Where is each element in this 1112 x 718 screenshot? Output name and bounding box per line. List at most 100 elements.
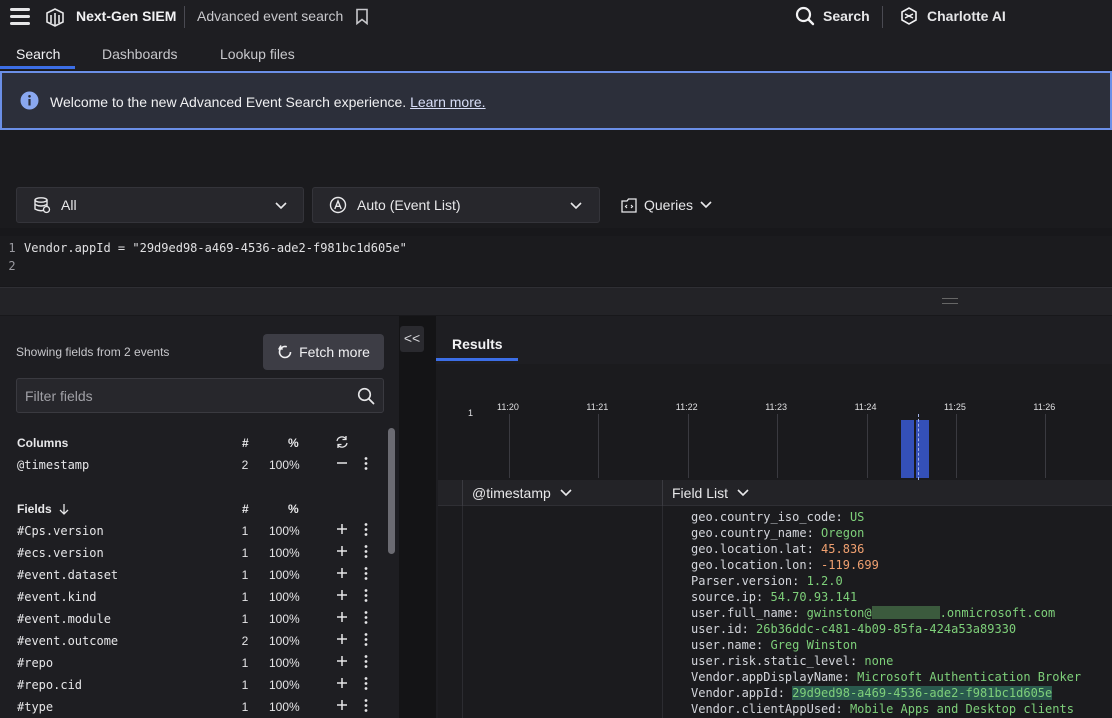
add-column-icon[interactable] [336, 523, 348, 535]
column-divider [462, 480, 463, 506]
page-name: Advanced event search [197, 8, 344, 24]
field-list-entry[interactable]: geo.country_name: Oregon [691, 526, 864, 540]
field-row[interactable]: #event.dataset 1 100% [0, 564, 380, 586]
field-row[interactable]: #ecs.version 1 100% [0, 542, 380, 564]
add-column-icon[interactable] [336, 589, 348, 601]
learn-more-link[interactable]: Learn more. [410, 94, 485, 110]
editor-line: 2 [0, 259, 24, 273]
add-column-icon[interactable] [336, 633, 348, 645]
field-value: 26b36ddc-c481-4b09-85fa-424a53a89330 [756, 622, 1017, 636]
top-bar: Next-Gen SIEM Advanced event search Sear… [0, 0, 1112, 36]
field-count: 1 [241, 612, 249, 626]
more-options-icon[interactable] [363, 588, 369, 603]
tab-search[interactable]: Search [16, 46, 60, 62]
column-header-timestamp[interactable]: @timestamp [472, 485, 572, 501]
more-options-icon[interactable] [363, 456, 369, 471]
search-icon[interactable] [357, 387, 375, 405]
field-row[interactable]: #event.kind 1 100% [0, 586, 380, 608]
field-value: 1.2.0 [806, 574, 843, 588]
more-options-icon[interactable] [363, 654, 369, 669]
field-list-entry[interactable]: geo.country_iso_code: US [691, 510, 864, 524]
more-options-icon[interactable] [363, 544, 369, 559]
field-key: Vendor.appDisplayName [691, 670, 843, 684]
product-title[interactable]: Next-Gen SIEM [76, 8, 176, 24]
reset-columns-icon[interactable] [335, 435, 349, 449]
key-separator: : [741, 622, 757, 636]
remove-column-icon[interactable] [336, 457, 348, 469]
field-list-entry[interactable]: user.full_name: gwinston@ .onmicrosoft.co… [691, 606, 1055, 620]
more-options-icon[interactable] [363, 610, 369, 625]
collapse-panel-button[interactable]: << [400, 326, 424, 352]
field-list-entry[interactable]: user.risk.static_level: none [691, 654, 893, 668]
add-column-icon[interactable] [336, 655, 348, 667]
add-column-icon[interactable] [336, 567, 348, 579]
more-options-icon[interactable] [363, 676, 369, 691]
event-timeline-chart[interactable]: 1 11:20 11:21 11:22 11:23 11:24 11:25 11:26 [438, 400, 1112, 480]
timeline-tick-label: 11:22 [675, 402, 698, 412]
field-row[interactable]: #event.module 1 100% [0, 608, 380, 630]
more-options-icon[interactable] [363, 566, 369, 581]
column-header-label: Field List [672, 485, 729, 501]
editor-resize-handle[interactable] [0, 287, 1112, 315]
field-list-entry[interactable]: Vendor.appId: 29d9ed98-a469-4536-ade2-f9… [691, 686, 1053, 700]
mode-value: Auto (Event List) [357, 197, 461, 213]
timeline-tick-label: 11:23 [765, 402, 788, 412]
field-row[interactable]: #Cps.version 1 100% [0, 520, 380, 542]
column-header-field-list[interactable]: Field List [672, 485, 749, 501]
field-value: Greg Winston [770, 638, 858, 652]
field-row[interactable]: #type 1 100% [0, 696, 380, 718]
field-value: -119.699 [821, 558, 879, 572]
mode-select[interactable]: Auto (Event List) [312, 187, 600, 223]
field-list-entry[interactable]: Vendor.clientAppUsed: Mobile Apps and De… [691, 702, 1074, 716]
field-list-entry[interactable]: source.ip: 54.70.93.141 [691, 590, 857, 604]
more-options-icon[interactable] [363, 632, 369, 647]
tab-results[interactable]: Results [452, 336, 503, 352]
fetch-more-button[interactable]: Fetch more [263, 334, 384, 370]
field-value-highlighted: 29d9ed98-a469-4536-ade2-f981bc1d605e [792, 686, 1053, 700]
repository-icon [34, 197, 51, 214]
query-editor[interactable]: 1 Vendor.appId = "29d9ed98-a469-4536-ade2… [0, 236, 1112, 286]
column-row[interactable]: @timestamp 2 100% [0, 454, 380, 476]
field-list-entry[interactable]: user.name: Greg Winston [691, 638, 857, 652]
add-column-icon[interactable] [336, 699, 348, 711]
scrollbar-thumb[interactable] [388, 428, 395, 554]
timeline-bar[interactable] [901, 420, 915, 478]
banner-text: Welcome to the new Advanced Event Search… [50, 94, 407, 110]
field-count: 1 [241, 524, 249, 538]
add-column-icon[interactable] [336, 677, 348, 689]
field-key: geo.location.lat [691, 542, 807, 556]
field-list-entry[interactable]: user.id: 26b36ddc-c481-4b09-85fa-424a53a… [691, 622, 1016, 636]
column-divider [662, 506, 663, 718]
field-value-prefix: gwinston@ [806, 606, 872, 620]
tab-lookup-files[interactable]: Lookup files [220, 46, 295, 62]
repository-select[interactable]: All [16, 187, 304, 223]
more-options-icon[interactable] [363, 698, 369, 713]
field-list-entry[interactable]: Vendor.appDisplayName: Microsoft Authent… [691, 670, 1081, 684]
field-list-entry[interactable]: Parser.version: 1.2.0 [691, 574, 843, 588]
top-search-button[interactable]: Search [795, 6, 870, 26]
field-row[interactable]: #repo.cid 1 100% [0, 674, 380, 696]
fields-header-label: Fields [17, 502, 52, 516]
query-text[interactable]: Vendor.appId = "29d9ed98-a469-4536-ade2-… [24, 241, 407, 255]
field-count: 1 [241, 590, 249, 604]
timeline-cursor [918, 414, 919, 480]
field-value: none [864, 654, 894, 668]
field-key: source.ip [691, 590, 757, 604]
field-row[interactable]: #repo 1 100% [0, 652, 380, 674]
field-list-entry[interactable]: geo.location.lon: -119.699 [691, 558, 879, 572]
add-column-icon[interactable] [336, 545, 348, 557]
bookmark-icon[interactable] [355, 8, 369, 25]
add-column-icon[interactable] [336, 611, 348, 623]
field-name: #event.module [17, 612, 111, 626]
more-options-icon[interactable] [363, 522, 369, 537]
field-count: 2 [241, 458, 249, 472]
field-row[interactable]: #event.outcome 2 100% [0, 630, 380, 652]
field-percent: 100% [269, 678, 300, 692]
field-list-entry[interactable]: geo.location.lat: 45.836 [691, 542, 864, 556]
tab-dashboards[interactable]: Dashboards [102, 46, 178, 62]
queries-menu[interactable]: Queries [621, 197, 712, 213]
fields-header[interactable]: Fields [17, 502, 69, 516]
charlotte-ai-button[interactable]: Charlotte AI [899, 6, 1006, 26]
filter-fields-input[interactable] [17, 379, 347, 412]
menu-icon[interactable] [10, 8, 30, 26]
